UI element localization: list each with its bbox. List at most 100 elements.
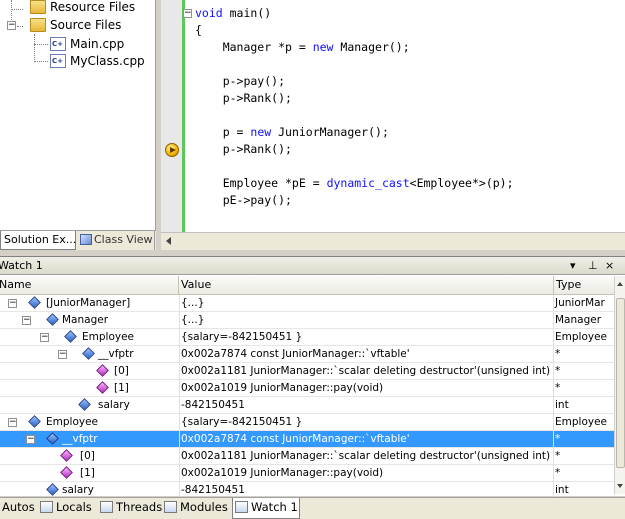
code-keyword: new <box>312 40 334 54</box>
watch-type: * <box>555 467 561 479</box>
watch-value[interactable]: {salary=-842150451 } <box>181 414 302 431</box>
scroll-left-icon[interactable] <box>166 237 171 245</box>
collapse-toggle[interactable]: − <box>58 350 67 359</box>
watch-vertical-scrollbar[interactable] <box>614 276 625 494</box>
watch-row[interactable]: [1] 0x002a1019 JuniorManager::pay(void) * <box>0 465 614 482</box>
tree-item-resource-files[interactable]: Resource Files <box>30 0 135 16</box>
scroll-up-icon[interactable] <box>617 282 623 286</box>
column-separator <box>179 295 180 499</box>
collapse-toggle[interactable]: − <box>8 299 17 308</box>
tree-line <box>17 26 23 27</box>
tab-autos[interactable]: Autos <box>0 498 37 519</box>
watch-type: * <box>555 348 561 360</box>
code-keyword: void <box>195 6 223 20</box>
indicator-margin[interactable] <box>161 0 182 232</box>
code-line[interactable]: void main() <box>195 5 271 22</box>
watch-type: * <box>555 450 561 462</box>
window-position-icon[interactable]: ▾ <box>570 258 576 273</box>
method-icon <box>60 449 73 462</box>
code-line[interactable]: { <box>195 22 202 39</box>
tree-line <box>11 9 23 10</box>
tab-solution-explorer[interactable]: Solution Ex... <box>0 231 76 250</box>
column-value[interactable]: Value <box>179 276 554 295</box>
watch-window: Watch 1 ▾ ⊥ × Name Value Type − [JuniorMa… <box>0 256 625 499</box>
code-editor[interactable]: − void main(){ Manager *p = new Manager(… <box>161 0 625 232</box>
tab-locals[interactable]: Locals <box>38 498 97 519</box>
column-type[interactable]: Type <box>554 276 614 295</box>
watch-value[interactable]: {...} <box>181 312 204 329</box>
code-line[interactable]: Manager *p = new Manager(); <box>195 39 410 56</box>
watch-value[interactable]: -842150451 <box>181 397 245 414</box>
watch-value[interactable]: {...} <box>181 295 204 312</box>
watch-value[interactable]: 0x002a1181 JuniorManager::`scalar deleti… <box>181 363 550 380</box>
tree-item-source-files[interactable]: Source Files <box>30 16 121 34</box>
watch-type: Employee <box>555 331 608 343</box>
field-icon <box>46 313 59 326</box>
scroll-thumb[interactable] <box>616 298 625 468</box>
code-text: p->Rank(); <box>195 91 292 105</box>
ide-window: − Resource Files Source Files Main.cpp M… <box>0 0 625 519</box>
watch-value[interactable]: 0x002a7874 const JuniorManager::`vftable… <box>181 431 410 448</box>
field-icon <box>78 398 91 411</box>
watch-row[interactable]: − [JuniorManager] {...} JuniorMar <box>0 295 614 312</box>
watch-value[interactable]: 0x002a1019 JuniorManager::pay(void) <box>181 380 383 397</box>
code-text: pE->pay(); <box>195 193 292 207</box>
watch-row[interactable]: − Employee {salary=-842150451 } Employee <box>0 414 614 431</box>
pin-icon[interactable]: ⊥ <box>588 258 598 273</box>
code-keyword: new <box>250 125 272 139</box>
collapse-toggle[interactable]: − <box>22 316 31 325</box>
collapse-main-toggle[interactable]: − <box>183 9 192 18</box>
tab-modules[interactable]: Modules <box>162 498 231 519</box>
watch-name: [1] <box>80 467 95 479</box>
cpp-file-icon <box>50 52 66 70</box>
tree-line <box>34 61 48 62</box>
watch-row[interactable]: salary -842150451 int <box>0 397 614 414</box>
code-text: p = <box>195 125 251 139</box>
watch-type: int <box>555 399 569 411</box>
code-line[interactable]: p->pay(); <box>195 73 285 90</box>
watch-row[interactable]: − __vfptr 0x002a7874 const JuniorManager::… <box>0 431 614 448</box>
tab-class-view[interactable]: Class View <box>77 231 155 250</box>
tree-item-main-cpp[interactable]: Main.cpp <box>50 35 124 53</box>
column-separator <box>553 295 554 499</box>
class-view-icon <box>80 234 92 245</box>
collapse-toggle[interactable]: − <box>40 333 49 342</box>
watch-type: * <box>555 382 561 394</box>
watch-column-header: Name Value Type <box>0 276 614 295</box>
close-icon[interactable]: × <box>605 258 614 273</box>
code-line[interactable]: p->Rank(); <box>195 90 292 107</box>
watch-row[interactable]: [1] 0x002a1019 JuniorManager::pay(void) * <box>0 380 614 397</box>
tree-item-myclass-cpp[interactable]: MyClass.cpp <box>50 52 145 70</box>
watch-value[interactable]: 0x002a1181 JuniorManager::`scalar deleti… <box>181 448 550 465</box>
collapse-toggle[interactable]: − <box>8 418 17 427</box>
watch-name: [0] <box>114 365 129 377</box>
watch-type: Manager <box>555 314 602 326</box>
code-text: p->Rank(); <box>195 142 292 156</box>
collapse-toggle[interactable]: − <box>26 435 35 444</box>
watch-value[interactable]: 0x002a7874 const JuniorManager::`vftable… <box>181 346 410 363</box>
watch-value[interactable]: {salary=-842150451 } <box>181 329 302 346</box>
code-line[interactable]: p = new JuniorManager(); <box>195 124 389 141</box>
folder-open-icon <box>30 18 46 32</box>
watch-row[interactable]: − __vfptr 0x002a7874 const JuniorManager::… <box>0 346 614 363</box>
column-name[interactable]: Name <box>0 276 179 295</box>
scroll-down-icon[interactable] <box>617 484 623 488</box>
watch-row[interactable]: [0] 0x002a1181 JuniorManager::`scalar del… <box>0 448 614 465</box>
editor-horizontal-scrollbar[interactable] <box>161 232 625 250</box>
debug-tabs: Autos Locals Threads Modules Watch 1 <box>0 497 625 519</box>
threads-icon <box>100 501 113 513</box>
watch-name: Manager <box>62 314 109 326</box>
code-line[interactable]: p->Rank(); <box>195 141 292 158</box>
code-line[interactable]: pE->pay(); <box>195 192 292 209</box>
watch-row[interactable]: − Manager {...} Manager <box>0 312 614 329</box>
locals-icon <box>40 501 53 513</box>
tab-watch-1[interactable]: Watch 1 <box>232 498 300 519</box>
code-text: Employee *pE = <box>195 176 327 190</box>
watch-row[interactable]: [0] 0x002a1181 JuniorManager::`scalar del… <box>0 363 614 380</box>
watch-name: [0] <box>80 450 95 462</box>
code-line[interactable]: Employee *pE = dynamic_cast<Employee*>(p… <box>195 175 514 192</box>
watch-value[interactable]: 0x002a1019 JuniorManager::pay(void) <box>181 465 383 482</box>
collapse-source-files-toggle[interactable]: − <box>7 21 16 30</box>
tab-threads[interactable]: Threads <box>98 498 162 519</box>
watch-row[interactable]: − Employee {salary=-842150451 } Employee <box>0 329 614 346</box>
